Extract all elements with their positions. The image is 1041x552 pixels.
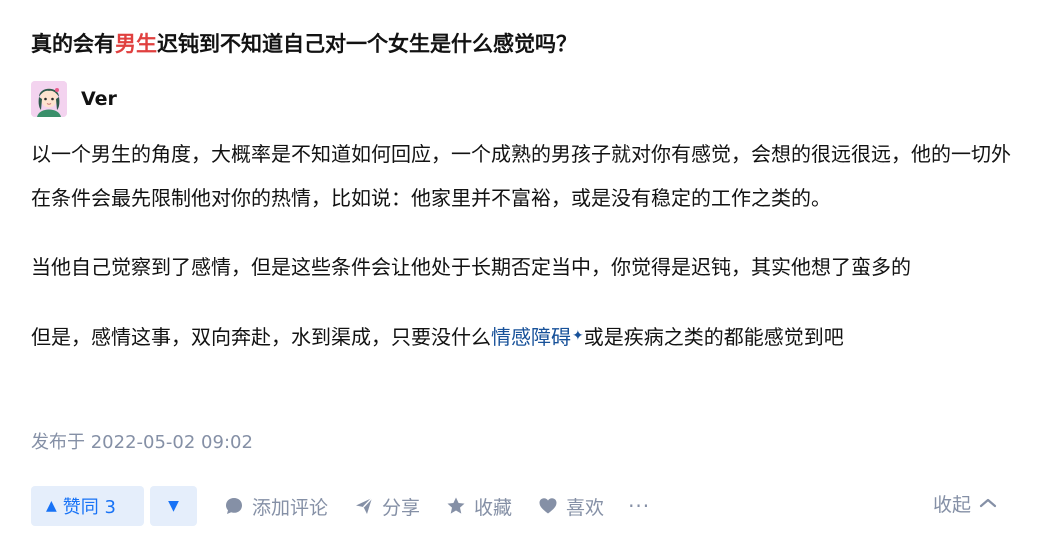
favorite-button[interactable]: 收藏 (446, 493, 512, 520)
heart-icon (539, 498, 557, 514)
answer-content: 以一个男生的角度，大概率是不知道如何回应，一个成熟的男孩子就对你有感觉，会想的很… (31, 132, 1016, 359)
author-info: Ver (31, 81, 117, 117)
avatar-image-icon (31, 81, 67, 117)
answer-paragraph-3: 但是，感情这事，双向奔赴，水到渠成，只要没什么情感障碍✦或是疾病之类的都能感觉到… (31, 314, 1016, 359)
avatar[interactable] (31, 81, 67, 117)
favorite-label: 收藏 (474, 496, 513, 519)
star-icon (447, 497, 465, 514)
collapse-label: 收起 (933, 493, 972, 516)
share-label: 分享 (382, 496, 421, 519)
publish-date[interactable]: 发布于 2022-05-02 09:02 (31, 428, 253, 454)
answer-paragraph-1: 以一个男生的角度，大概率是不知道如何回应，一个成熟的男孩子就对你有感觉，会想的很… (31, 142, 1011, 210)
more-options-button[interactable]: ··· (628, 494, 650, 518)
title-text-before: 真的会有 (31, 32, 115, 56)
chevron-up-icon (979, 498, 997, 508)
paragraph-3-text-after: 或是疾病之类的都能感觉到吧 (583, 325, 844, 349)
share-icon (356, 497, 373, 514)
action-bar: ▲ 赞同 3 ▼ 添加评论 分享 收藏 喜欢 ··· (31, 486, 650, 526)
title-text-after: 迟钝到不知道自己对一个女生是什么感觉吗？ (157, 32, 577, 56)
comment-label: 添加评论 (252, 496, 329, 519)
question-title[interactable]: 真的会有男生迟钝到不知道自己对一个女生是什么感觉吗？ (31, 28, 577, 60)
triangle-down-icon: ▼ (168, 498, 179, 514)
share-button[interactable]: 分享 (354, 493, 420, 520)
upvote-button[interactable]: ▲ 赞同 3 (31, 486, 144, 526)
comment-button[interactable]: 添加评论 (224, 493, 328, 520)
paragraph-3-text-before: 但是，感情这事，双向奔赴，水到渠成，只要没什么 (31, 325, 491, 349)
comment-icon (226, 498, 242, 514)
answer-paragraph-2: 当他自己觉察到了感情，但是这些条件会让他处于长期否定当中，你觉得是迟钝，其实他想… (31, 255, 911, 279)
sparkle-icon: ✦ (572, 328, 584, 344)
author-name[interactable]: Ver (81, 88, 117, 110)
collapse-button[interactable]: 收起 (933, 490, 997, 516)
downvote-button[interactable]: ▼ (150, 486, 197, 526)
title-highlight: 男生 (115, 32, 157, 56)
keyword-link[interactable]: 情感障碍✦ (491, 325, 584, 349)
keyword-link-label: 情感障碍 (491, 325, 571, 349)
like-label: 喜欢 (566, 496, 605, 519)
upvote-label: 赞同 3 (62, 497, 116, 518)
like-button[interactable]: 喜欢 (538, 493, 604, 520)
triangle-up-icon: ▲ (46, 498, 57, 514)
